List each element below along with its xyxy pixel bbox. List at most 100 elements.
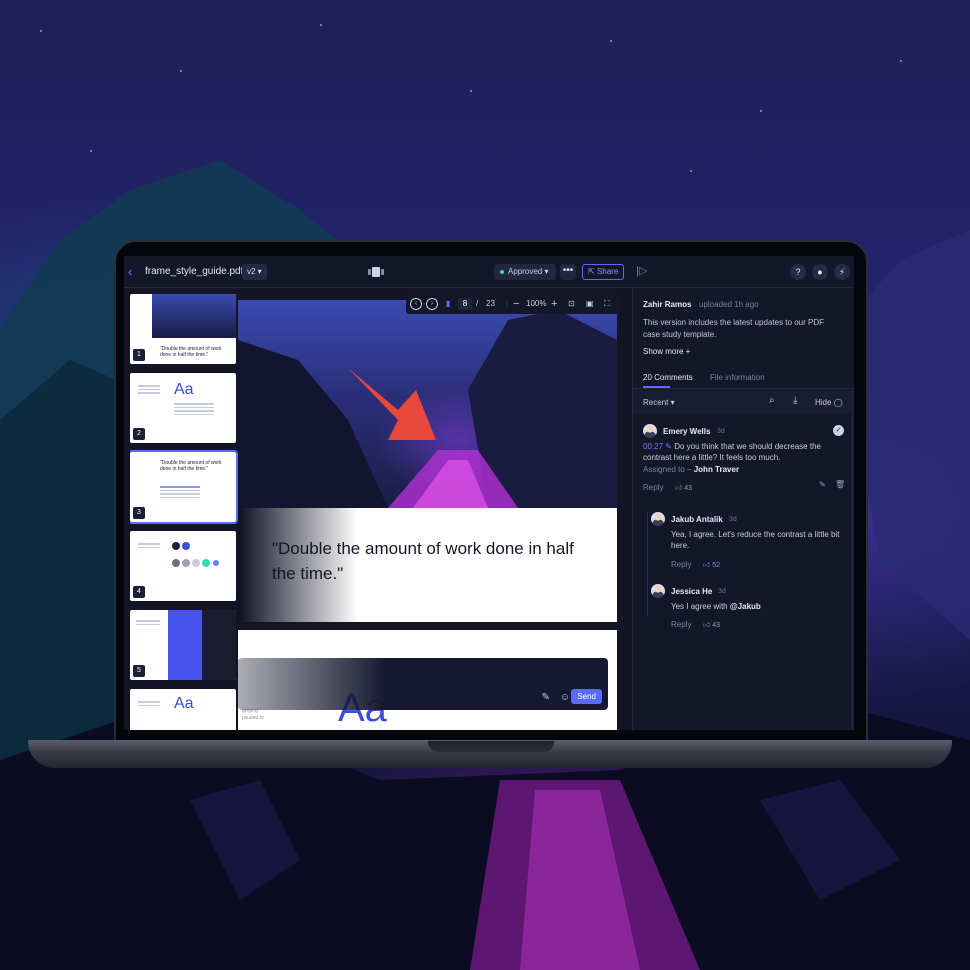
presentation-mode-icon[interactable] [368,266,384,278]
send-button[interactable]: Send [571,689,602,704]
thumbnail-page-4[interactable]: 4 [130,531,236,601]
back-arrow-icon[interactable]: ‹ [128,264,132,279]
thumbs-up-icon: 👍︎ [703,622,711,629]
page-thumbnails: "Double the amount of work done in half … [130,294,238,730]
share-icon: ⇱ [588,267,595,276]
thumbnail-lines [136,620,160,627]
reply-button[interactable]: Reply [671,560,691,569]
like-count: 43 [712,622,721,629]
help-icon[interactable]: ? [790,264,806,280]
resolve-check-icon[interactable]: ✓ [833,425,844,436]
comment-time: 3d [729,516,737,523]
delete-icon[interactable]: 🗑︎ [835,480,845,489]
thumbnail-quote: "Double the amount of work done in half … [160,460,222,472]
thumbnail-page-2[interactable]: Aa 2 [130,373,236,443]
thumbnail-number: 1 [133,349,145,361]
comment-author: Jessica He [671,587,713,596]
like-count: 52 [712,562,721,569]
approval-status-dropdown[interactable]: Approved ▾ [494,264,556,280]
page-toolbar: ‹ › ▮ 8 / 23 | − 100% + ⊡ ▣ ⛶ [406,294,618,314]
thumbnail-color-block [202,610,236,680]
thumbnail-number: 4 [133,586,145,598]
zoom-in-icon[interactable]: + [551,294,557,314]
thumbnail-lines [174,403,214,417]
thumbnail-quote: "Double the amount of work done in half … [160,346,222,358]
share-button[interactable]: ⇱ Share [582,264,625,280]
thumbnail-color-block [168,610,202,680]
tab-divider [633,388,854,389]
thumbnail-lines [138,701,160,708]
page-quote: "Double the amount of work done in half … [272,539,574,583]
comments-filter-bar: Recent ▾ ⌕ ⤓ Hide ◯ [633,390,851,414]
collapse-panel-icon[interactable]: |▷ [636,264,647,277]
comment-author: Jakub Antalik [671,515,723,524]
like-button[interactable]: 👍︎ 52 [703,560,720,569]
current-page-input[interactable]: 8 [458,298,472,310]
comment-time: 3d [717,428,725,435]
fit-width-icon[interactable]: ⊡ [568,294,575,314]
page-hero-image [238,300,617,508]
comment-body: Yes I agree with @Jakub [671,601,847,612]
tab-file-information[interactable]: File information [710,373,765,382]
comment-author: Emery Wells [663,427,711,436]
document-page: "Double the amount of work done in half … [238,300,617,622]
lightning-icon[interactable]: ⚡ [834,264,850,280]
reply-button[interactable]: Reply [671,620,691,629]
edit-icon[interactable]: ✎ [819,480,826,489]
comment-time: 3d [718,588,726,595]
emoji-icon[interactable]: ☺ [560,692,570,703]
thumbnail-page-6[interactable]: Aa [130,689,236,730]
version-selector[interactable]: v2 ▾ [242,264,267,280]
page-marker-icon: ▮ [446,299,451,308]
file-name: frame_style_guide.pdf [145,266,244,277]
thumbnail-page-5[interactable]: 5 [130,610,236,680]
mention[interactable]: @Jakub [730,602,761,611]
thumbnail-page-3[interactable]: "Double the amount of work done in half … [130,450,238,524]
search-icon[interactable]: ⌕ [769,395,775,406]
download-icon[interactable]: ⤓ [793,395,797,406]
assignee-name: John Traver [693,465,740,474]
assigned-prefix: Assigned to – [643,465,692,474]
fit-page-icon[interactable]: ▣ [586,294,594,314]
like-button[interactable]: 👍︎ 43 [675,483,692,492]
avatar [651,584,665,598]
thumbs-up-icon: 👍︎ [703,562,711,569]
comments-panel: Zahir Ramos uploaded 1h ago This version… [632,288,854,730]
thumbnail-lines [138,385,160,396]
like-button[interactable]: 👍︎ 43 [703,620,720,629]
annotation-icon: ✎ [665,442,675,451]
more-options-button[interactable]: ••• [560,264,576,280]
reply-button[interactable]: Reply [643,483,663,492]
zoom-out-icon[interactable]: − [513,294,519,314]
tab-comments[interactable]: 20 Comments [643,373,693,382]
comment-assignment: Assigned to – John Traver [643,465,739,474]
comments-scrollbar[interactable] [851,390,854,730]
thumbs-up-icon: 👍︎ [675,485,683,492]
uploader-name: Zahir Ramos [643,300,692,309]
thumbnail-heading: Aa [174,695,194,712]
fullscreen-icon[interactable]: ⛶ [604,294,610,314]
thumbnail-number: 3 [133,507,145,519]
hide-label: Hide [815,398,832,407]
page-fragment: gnlying psused to [242,708,264,721]
comment-timestamp[interactable]: 00:27 [643,442,663,451]
comment-composer[interactable]: ✎ ☺ Send [238,658,608,710]
thumbnail-image [152,294,236,338]
previous-page-icon[interactable]: ‹ [410,298,422,310]
color-swatches [172,542,219,567]
top-bar: ‹ frame_style_guide.pdf v2 ▾ Approved ▾ … [124,256,854,288]
user-icon[interactable]: ● [812,264,828,280]
draw-annotation-icon[interactable]: ✎ [542,692,550,703]
version-description: This version includes the latest updates… [643,318,824,339]
zoom-level[interactable]: 100% [526,294,546,314]
avatar [643,424,657,438]
next-page-icon[interactable]: › [426,298,438,310]
thumbnail-number: 5 [133,665,145,677]
thumbnail-lines [138,543,160,550]
hide-resolved-toggle[interactable]: Hide ◯ [815,398,843,407]
thumbnail-page-1[interactable]: "Double the amount of work done in half … [130,294,236,364]
sort-dropdown[interactable]: Recent ▾ [643,398,675,407]
like-count: 43 [684,485,693,492]
share-label: Share [596,267,619,276]
show-more-link[interactable]: Show more + [643,347,690,356]
